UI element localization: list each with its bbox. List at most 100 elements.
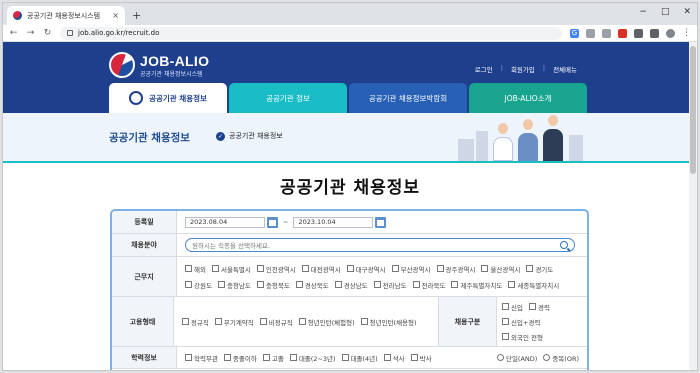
all-menu-link[interactable]: 전체메뉴 <box>553 64 577 74</box>
checkbox[interactable] <box>223 354 231 361</box>
recruit-type-option[interactable]: 신입+경력 <box>502 317 540 327</box>
education-match-option[interactable]: 중복(OR) <box>543 353 579 363</box>
checkbox[interactable] <box>256 281 264 288</box>
education-option[interactable]: 대졸(4년) <box>341 353 378 363</box>
profile-icon[interactable] <box>666 28 675 38</box>
checkbox[interactable] <box>334 281 342 288</box>
employment-option[interactable]: 비정규직 <box>259 317 293 327</box>
region-option[interactable]: 제주특별자치도 <box>451 280 502 290</box>
checkbox[interactable] <box>217 281 225 288</box>
scrollbar-thumb[interactable] <box>690 46 696 174</box>
region-option[interactable]: 인천광역시 <box>256 264 296 274</box>
employment-option[interactable]: 무기계약직 <box>214 317 254 327</box>
nav-tab-recruit-info[interactable]: 공공기관 채용정보 <box>109 83 227 113</box>
checkbox[interactable] <box>508 281 516 288</box>
employment-option[interactable]: 청년인턴(채용형) <box>360 317 417 327</box>
region-option[interactable]: 서울특별시 <box>211 264 251 274</box>
minimize-button[interactable]: − <box>639 7 647 17</box>
recruit-type-option[interactable]: 경력 <box>528 302 550 312</box>
back-icon[interactable]: ← <box>9 28 18 38</box>
sidepanel-icon[interactable] <box>650 28 659 38</box>
maximize-button[interactable]: □ <box>661 7 670 17</box>
tab-close-icon[interactable]: × <box>112 11 119 20</box>
checkbox[interactable] <box>360 318 368 325</box>
region-option[interactable]: 경기도 <box>526 264 553 274</box>
checkbox[interactable] <box>262 354 270 361</box>
start-date-input[interactable]: 2023.08.04 <box>185 216 265 228</box>
job-field-search-input[interactable]: 원하시는 직종을 선택하세요. <box>185 238 575 252</box>
page-scrollbar[interactable] <box>689 42 697 370</box>
checkbox[interactable] <box>410 354 418 361</box>
recruit-type-option[interactable]: 외국인 전형 <box>502 332 543 342</box>
checkbox[interactable] <box>295 281 303 288</box>
share-icon[interactable] <box>586 28 595 38</box>
education-option[interactable]: 학력무관 <box>185 353 218 363</box>
browser-tab[interactable]: 공공기관 채용정보시스템 × <box>7 6 125 25</box>
checkbox[interactable] <box>289 354 297 361</box>
checkbox[interactable] <box>259 318 267 325</box>
extension-icon[interactable] <box>618 28 627 38</box>
more-menu-icon[interactable]: ⋮ <box>682 28 691 38</box>
education-option[interactable]: 석사 <box>383 353 405 363</box>
checkbox[interactable] <box>391 265 399 272</box>
region-option[interactable]: 대구광역시 <box>346 264 386 274</box>
region-option[interactable]: 강원도 <box>185 280 212 290</box>
close-window-button[interactable]: ✕ <box>683 7 691 17</box>
education-option[interactable]: 대졸(2~3년) <box>289 353 336 363</box>
checkbox[interactable] <box>211 265 219 272</box>
search-icon[interactable] <box>560 241 568 249</box>
region-option[interactable]: 부산광역시 <box>391 264 431 274</box>
nav-tab-agency-info[interactable]: 공공기관 정보 <box>229 83 347 113</box>
education-match-option[interactable]: 단일(AND) <box>496 353 537 363</box>
nav-tab-about[interactable]: JOB-ALIO소개 <box>469 83 587 113</box>
forward-icon[interactable]: → <box>26 28 35 38</box>
checkbox[interactable] <box>436 265 444 272</box>
checkbox[interactable] <box>181 318 189 325</box>
region-option[interactable]: 충청북도 <box>256 280 290 290</box>
checkbox[interactable] <box>502 318 509 325</box>
region-option[interactable]: 울산광역시 <box>481 264 520 274</box>
region-option[interactable]: 전라북도 <box>412 280 445 290</box>
checkbox[interactable] <box>301 265 309 272</box>
checkbox[interactable] <box>298 318 306 325</box>
puzzle-icon[interactable] <box>634 28 643 38</box>
checkbox[interactable] <box>185 354 192 361</box>
checkbox[interactable] <box>373 281 381 288</box>
signup-link[interactable]: 회원가입 <box>511 64 535 74</box>
checkbox[interactable] <box>412 281 420 288</box>
checkbox[interactable] <box>481 265 489 272</box>
recruit-type-option[interactable]: 신입 <box>502 302 523 312</box>
checkbox[interactable] <box>526 265 534 272</box>
employment-option[interactable]: 정규직 <box>181 317 209 327</box>
employment-option[interactable]: 청년인턴(체험형) <box>298 317 355 327</box>
checkbox[interactable] <box>185 265 192 272</box>
checkbox[interactable] <box>256 265 264 272</box>
reload-icon[interactable]: ↻ <box>43 28 52 38</box>
google-icon[interactable]: G <box>570 28 579 38</box>
region-option[interactable]: 전라남도 <box>373 280 407 290</box>
checkbox[interactable] <box>451 281 459 288</box>
region-option[interactable]: 대전광역시 <box>301 264 341 274</box>
education-option[interactable]: 박사 <box>410 353 432 363</box>
new-tab-button[interactable]: + <box>132 9 141 22</box>
site-logo[interactable]: JOB-ALIO 공공기관 채용정보시스템 <box>109 52 209 78</box>
calendar-icon[interactable] <box>375 216 387 228</box>
checkbox[interactable] <box>383 354 391 361</box>
education-option[interactable]: 고졸 <box>262 353 284 363</box>
region-option[interactable]: 광주광역시 <box>436 264 475 274</box>
login-link[interactable]: 로그인 <box>475 64 493 74</box>
region-option[interactable]: 충청남도 <box>217 280 251 290</box>
region-option[interactable]: 경상북도 <box>295 280 329 290</box>
region-option[interactable]: 경상남도 <box>334 280 368 290</box>
star-icon[interactable] <box>602 28 611 38</box>
checkbox[interactable] <box>502 333 509 340</box>
checkbox[interactable] <box>346 265 354 272</box>
region-option[interactable]: 해외 <box>185 264 206 274</box>
checkbox[interactable] <box>528 303 536 310</box>
checkbox[interactable] <box>185 281 192 288</box>
calendar-icon[interactable] <box>267 216 278 228</box>
region-option[interactable]: 세종특별자치시 <box>508 280 559 290</box>
address-bar[interactable]: job.alio.go.kr/recruit.do <box>60 26 562 40</box>
checkbox[interactable] <box>502 303 509 310</box>
education-option[interactable]: 중졸이하 <box>223 353 257 363</box>
